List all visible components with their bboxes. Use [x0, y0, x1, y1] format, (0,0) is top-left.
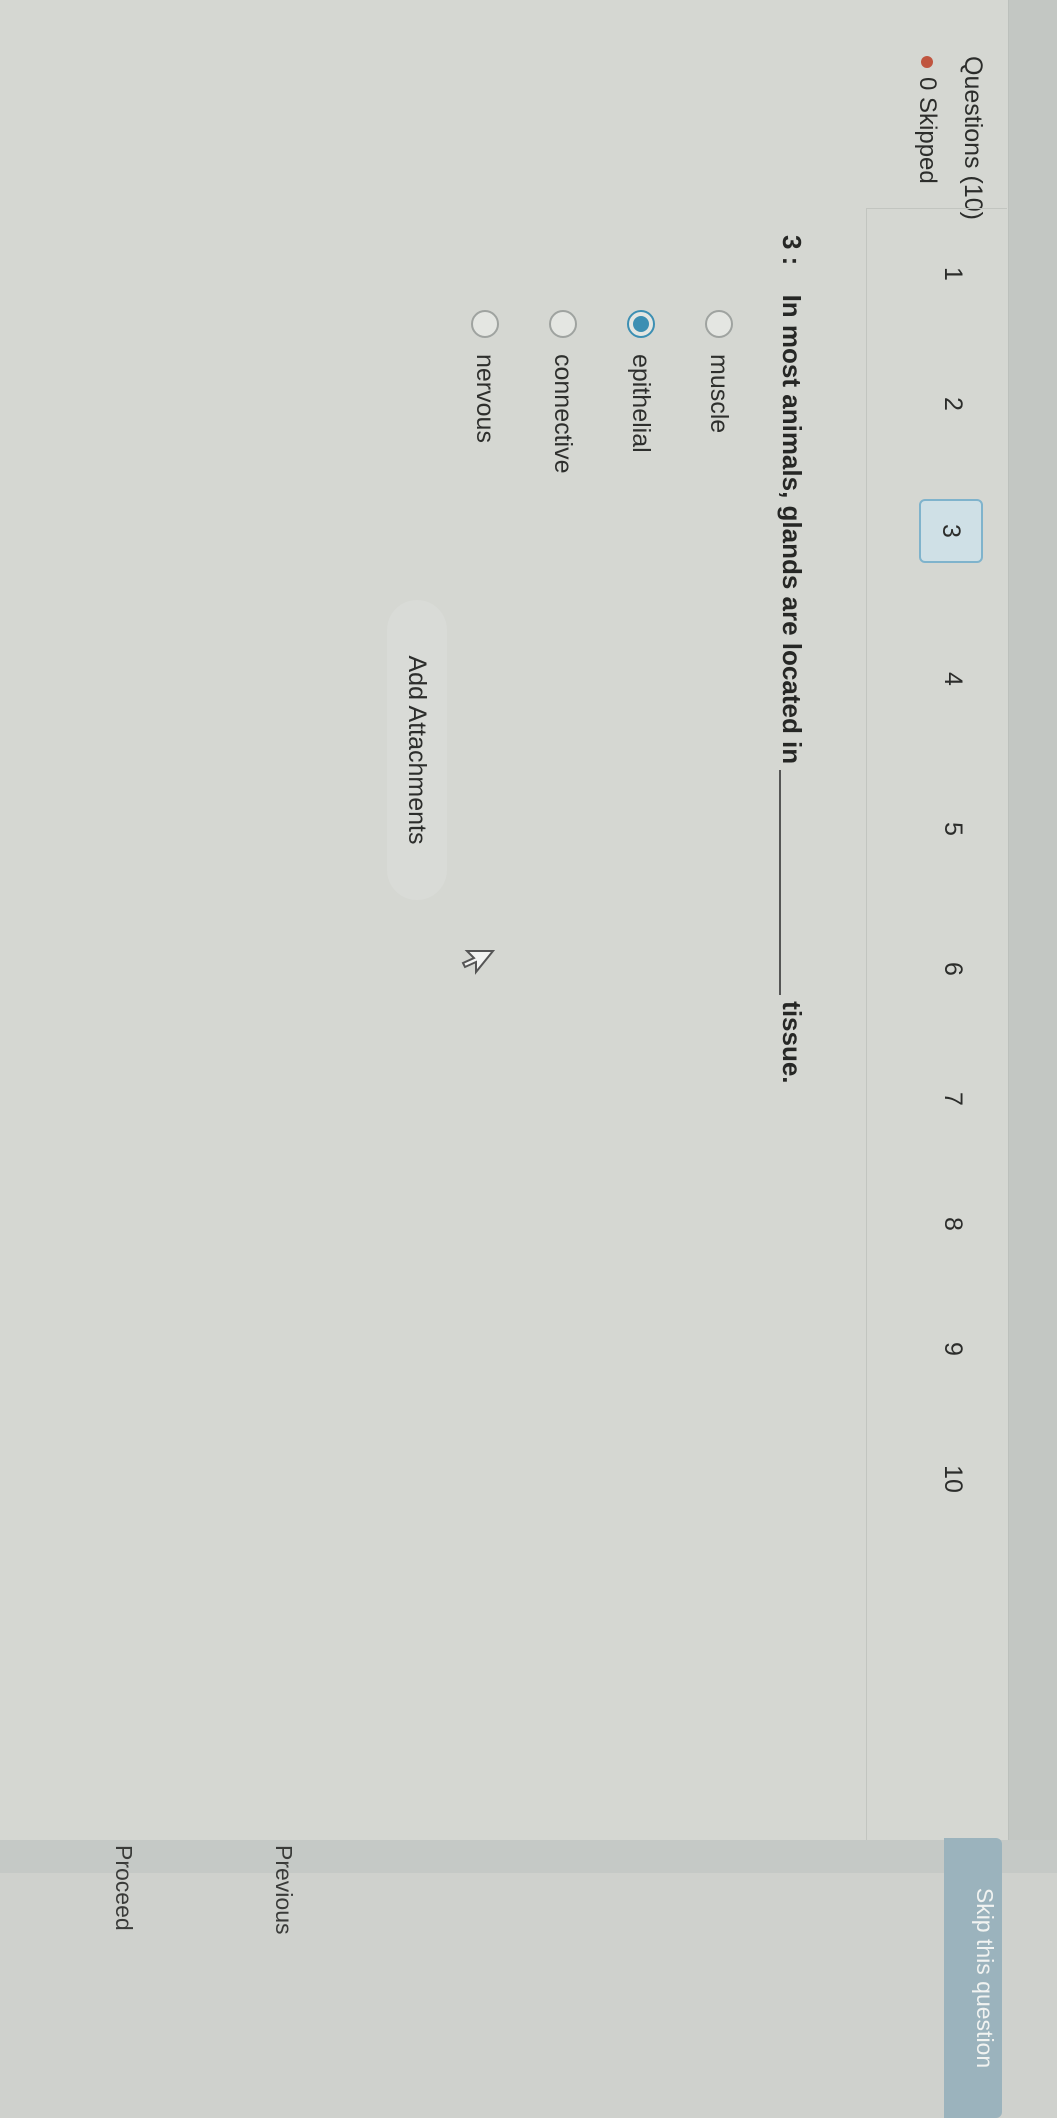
skipped-status: 0 Skipped [913, 56, 941, 184]
question-nav-2[interactable]: 2 [923, 374, 983, 434]
question-nav-1[interactable]: 1 [923, 244, 983, 304]
window-edge [1008, 0, 1057, 1873]
question-navigator: 1 2 3 4 5 6 7 8 9 10 [866, 208, 1007, 1849]
answer-blank [779, 770, 781, 996]
proceed-button[interactable]: Proceed [110, 1845, 137, 1931]
option-muscle[interactable]: muscle [699, 310, 739, 433]
question-nav-5[interactable]: 5 [923, 799, 983, 859]
option-connective[interactable]: connective [543, 310, 583, 474]
question-nav-9[interactable]: 9 [923, 1319, 983, 1379]
mouse-cursor-icon [461, 950, 496, 975]
question-nav-7[interactable]: 7 [923, 1069, 983, 1129]
radio-selected-icon[interactable] [627, 310, 655, 338]
skipped-dot-icon [921, 56, 933, 68]
question-stem-start: In most animals, glands are located in [777, 294, 807, 765]
option-nervous[interactable]: nervous [465, 310, 505, 443]
quiz-page: Questions (10) 0 Skipped 1 2 3 4 5 6 7 8… [0, 0, 1057, 2118]
option-label: connective [549, 354, 578, 474]
skip-question-label: Skip this question [972, 1887, 998, 2069]
radio-icon[interactable] [471, 310, 499, 338]
option-label: muscle [705, 354, 734, 434]
option-label: epithelial [627, 354, 656, 453]
question-stem-end: tissue. [777, 1001, 807, 1084]
skip-question-button[interactable]: Skip this question [944, 1838, 1002, 2118]
previous-button[interactable]: Previous [270, 1845, 297, 1934]
questions-header: Questions (10) 0 Skipped 1 2 3 4 5 6 7 8… [847, 48, 1007, 1873]
question-nav-8[interactable]: 8 [923, 1194, 983, 1254]
question-nav-6[interactable]: 6 [923, 939, 983, 999]
radio-icon[interactable] [705, 310, 733, 338]
footer-bar [0, 1840, 1057, 1873]
questions-title: Questions (10) [959, 56, 987, 220]
radio-icon[interactable] [549, 310, 577, 338]
option-epithelial[interactable]: epithelial [621, 310, 661, 453]
add-attachments-label: Add Attachments [403, 655, 432, 845]
question-number: 3 : [777, 235, 807, 266]
question-nav-3[interactable]: 3 [919, 499, 983, 563]
add-attachments-button[interactable]: Add Attachments [387, 600, 447, 900]
question-text: 3 : In most animals, glands are located … [776, 235, 807, 1084]
option-label: nervous [471, 354, 500, 443]
question-nav-4[interactable]: 4 [923, 649, 983, 709]
skipped-label: 0 Skipped [914, 77, 941, 184]
question-nav-10[interactable]: 10 [923, 1449, 983, 1509]
